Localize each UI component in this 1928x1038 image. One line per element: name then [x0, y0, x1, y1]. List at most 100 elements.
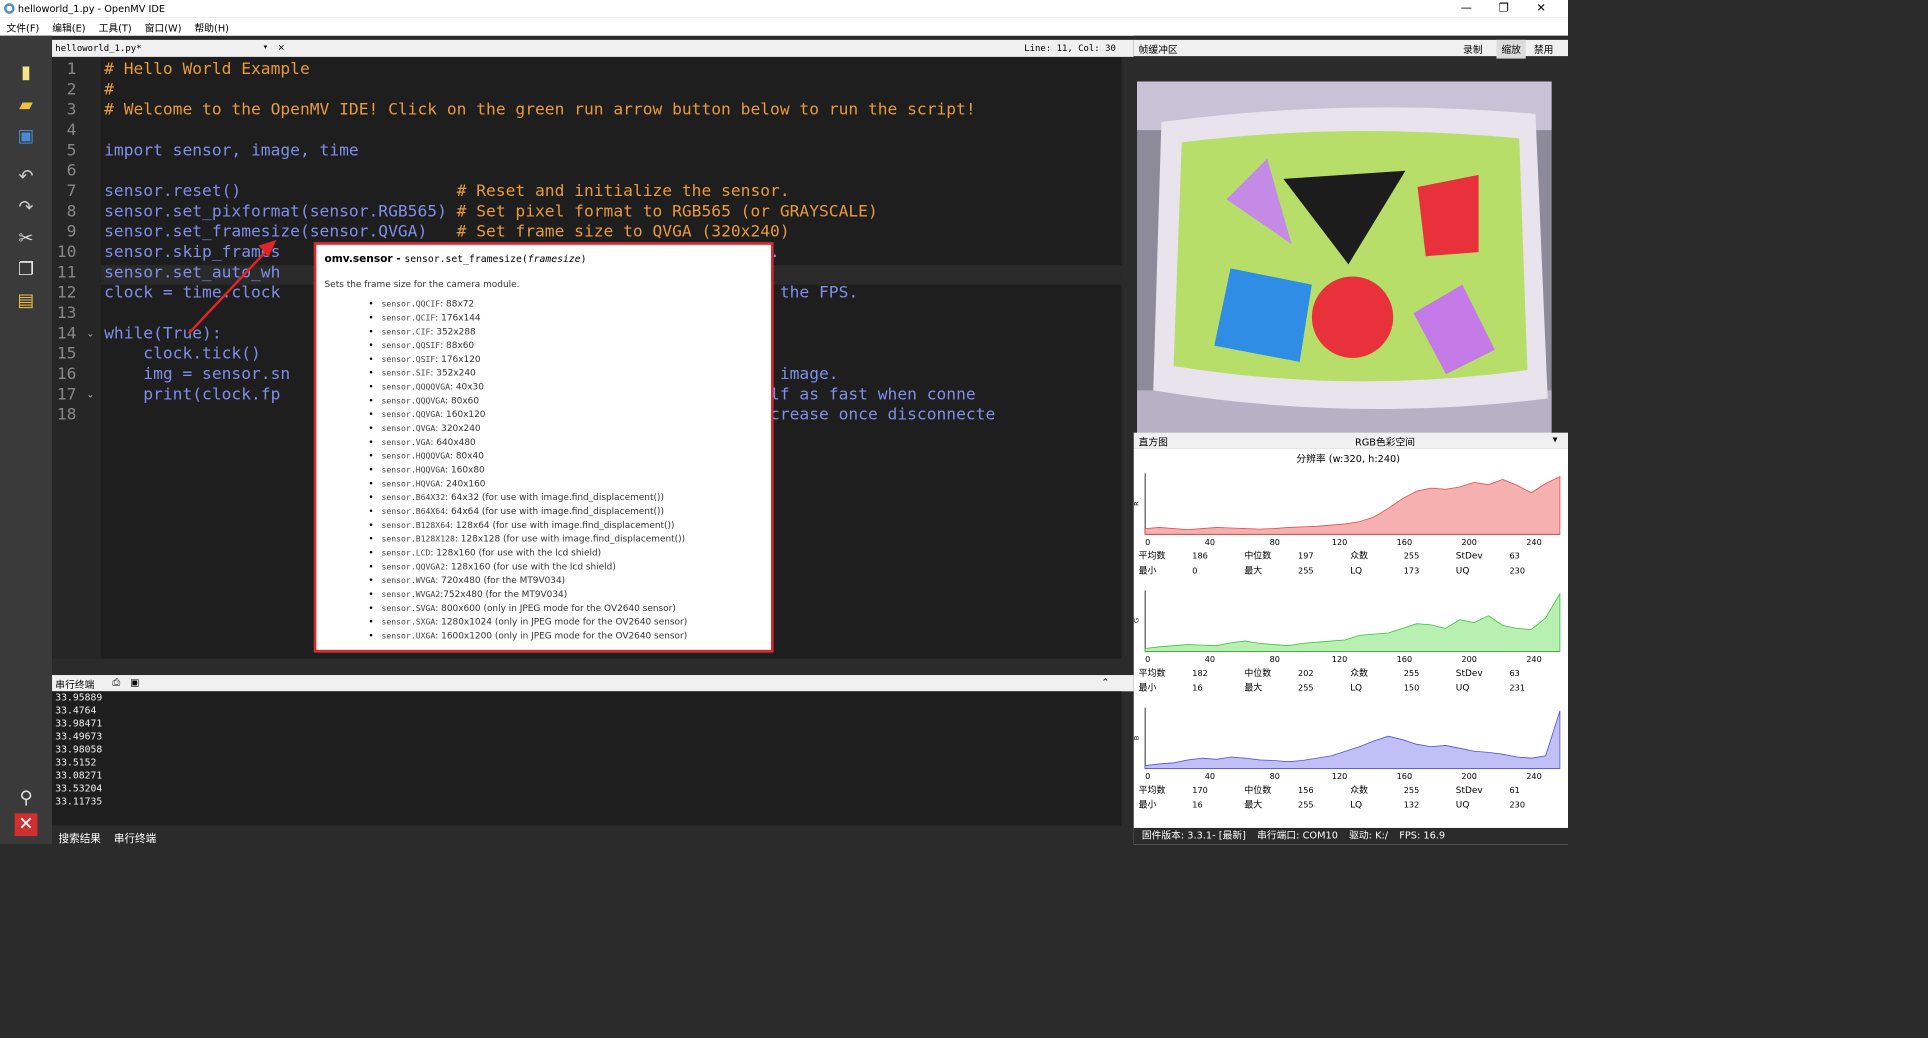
code-line[interactable]: # [104, 79, 114, 99]
stat-value: 63 [1509, 668, 1519, 678]
redo-icon[interactable]: ↷ [15, 197, 38, 220]
undo-icon[interactable]: ↶ [15, 166, 38, 189]
framesize-item: sensor.QQVGA: 160x120 [368, 409, 687, 423]
stat-value: 132 [1404, 800, 1420, 810]
stat-label: 最小 [1139, 800, 1157, 811]
terminal-output[interactable]: 33.95889 33.4764 33.98471 33.49673 33.98058 3… [52, 691, 1122, 826]
colorspace-chevron-icon[interactable]: ▾ [1553, 433, 1558, 444]
code-line[interactable]: while(True): [104, 323, 222, 343]
line-number: 5 [66, 139, 77, 160]
channel-label: R [1134, 501, 1141, 506]
open-folder-icon[interactable]: ▰ [15, 94, 38, 117]
code-line[interactable]: import sensor, image, time [104, 140, 359, 160]
clear-icon[interactable]: ⎙ [112, 677, 120, 689]
code-line[interactable]: clock.tick() [104, 343, 261, 363]
stat-value: 156 [1298, 785, 1314, 795]
menu-help[interactable]: 帮助(H) [188, 18, 235, 38]
code-line[interactable]: sensor.set_pixformat(sensor.RGB565) # Se… [104, 201, 878, 221]
code-line[interactable]: sensor.set_framesize(sensor.QVGA) # Set … [104, 221, 790, 241]
framesize-item: sensor.QQQQVGA: 40x30 [368, 381, 687, 395]
line-number: 4 [66, 119, 77, 140]
stat-label: 中位数 [1244, 550, 1271, 562]
stat-value: 170 [1192, 785, 1208, 795]
line-number: 1 [66, 58, 77, 79]
stat-label: 众数 [1350, 550, 1368, 562]
line-number: 18 [56, 404, 77, 424]
copy-icon[interactable]: ❐ [15, 259, 38, 282]
fold-chevron-icon[interactable]: ⌄ [86, 328, 94, 339]
line-number: 14 [56, 322, 77, 343]
histogram-charts: R04080120160200240平均数186中位数197众数255StDev… [1133, 473, 1561, 811]
stat-value: 173 [1404, 565, 1420, 575]
cut-icon[interactable]: ✂ [15, 228, 38, 251]
tab-serial-terminal[interactable]: 串行终端 [107, 828, 162, 844]
code-line[interactable]: # Hello World Example [104, 59, 310, 79]
save-log-icon[interactable]: ▣ [130, 677, 139, 688]
framesize-item: sensor.LCD: 128x160 (for use with the lc… [368, 547, 687, 561]
stat-value: 16 [1192, 800, 1202, 810]
stat-value: 255 [1298, 800, 1314, 810]
new-file-icon[interactable]: ▮ [15, 62, 38, 85]
cursor-position: Line: 11, Col: 30 [1024, 43, 1116, 54]
tab-search-results[interactable]: 搜索结果 [52, 828, 107, 844]
terminal-line: 33.4764 [55, 704, 97, 716]
line-number: 2 [66, 78, 77, 99]
editor-tab[interactable]: helloworld_1.py* [55, 43, 141, 54]
framesize-item: sensor.B128X128: 128x128 (for use with i… [368, 534, 687, 548]
fold-chevron-icon[interactable]: ⌄ [86, 389, 94, 400]
code-line[interactable]: sensor.set_auto_wh [104, 262, 280, 282]
editor-tab-bar: helloworld_1.py* ▾ ✕ Line: 11, Col: 30 [52, 39, 1134, 57]
line-number: 3 [66, 99, 77, 119]
stat-label: 中位数 [1244, 784, 1271, 796]
disable-button[interactable]: 禁用 [1534, 42, 1554, 56]
stat-value: 0 [1192, 565, 1197, 575]
tick-label: 120 [1332, 771, 1348, 781]
serial-port: 串行端口: COM10 [1257, 829, 1338, 841]
editor-vertical-scrollbar[interactable] [1122, 56, 1134, 659]
code-line[interactable]: sensor.reset() # Reset and initialize th… [104, 181, 790, 201]
record-button[interactable]: 录制 [1463, 42, 1483, 56]
menu-edit[interactable]: 编辑(E) [46, 18, 92, 38]
connect-icon[interactable]: ⚲ [15, 787, 38, 810]
framesize-item: sensor.HQQQVGA: 80x40 [368, 451, 687, 465]
code-line[interactable]: # Welcome to the OpenMV IDE! Click on th… [104, 99, 976, 119]
stat-label: 最小 [1139, 565, 1157, 576]
stat-label: LQ [1350, 683, 1362, 693]
close-window-button[interactable]: ✕ [1522, 0, 1559, 18]
chevron-down-icon[interactable]: ▾ [263, 41, 268, 52]
minimize-button[interactable]: — [1448, 0, 1485, 18]
tick-label: 80 [1270, 537, 1280, 547]
left-toolbar: ▮ ▰ ▣ ↶ ↷ ✂ ❐ ▤ ⚲ ✕ [0, 35, 53, 845]
tick-label: 80 [1270, 771, 1280, 781]
menu-window[interactable]: 窗口(W) [138, 18, 188, 38]
framesize-item: sensor.QCIF: 176x144 [368, 312, 687, 326]
framesize-item: sensor.SVGA: 800x600 (only in JPEG mode … [368, 603, 687, 617]
tick-label: 80 [1270, 654, 1280, 664]
framesize-item: sensor.QVGA: 320x240 [368, 423, 687, 437]
title-bar: helloworld_1.py - OpenMV IDE — ❐ ✕ [0, 0, 1569, 18]
editor-horizontal-scrollbar[interactable] [52, 658, 1122, 671]
stat-value: 255 [1298, 565, 1314, 575]
framesize-item: sensor.QQQVGA: 80x60 [368, 395, 687, 409]
stat-label: StDev [1456, 669, 1484, 679]
framesize-list: sensor.QQCIF: 88x72sensor.QCIF: 176x144s… [368, 298, 687, 644]
close-tab-icon[interactable]: ✕ [278, 41, 284, 53]
save-icon[interactable]: ▣ [15, 125, 38, 148]
zoom-button[interactable]: 缩放 [1496, 39, 1526, 59]
maximize-button[interactable]: ❐ [1485, 0, 1522, 18]
tick-label: 40 [1205, 771, 1215, 781]
chevron-up-icon[interactable]: ⌃ [1101, 677, 1109, 688]
tick-label: 120 [1332, 654, 1348, 664]
paste-icon[interactable]: ▤ [15, 290, 38, 313]
colorspace-select[interactable]: RGB色彩空间 [1355, 435, 1415, 449]
tick-label: 120 [1332, 537, 1348, 547]
stop-icon[interactable]: ✕ [14, 813, 38, 837]
tick-label: 40 [1205, 537, 1215, 547]
histogram-header: 直方图 RGB色彩空间 ▾ [1133, 432, 1569, 449]
histogram-area [1144, 475, 1561, 535]
stat-label: StDev [1456, 552, 1484, 562]
stat-value: 255 [1404, 668, 1420, 678]
menu-tools[interactable]: 工具(T) [92, 18, 138, 38]
menu-bar: 文件(F) 编辑(E) 工具(T) 窗口(W) 帮助(H) [0, 17, 1569, 38]
line-number: 16 [56, 363, 77, 384]
